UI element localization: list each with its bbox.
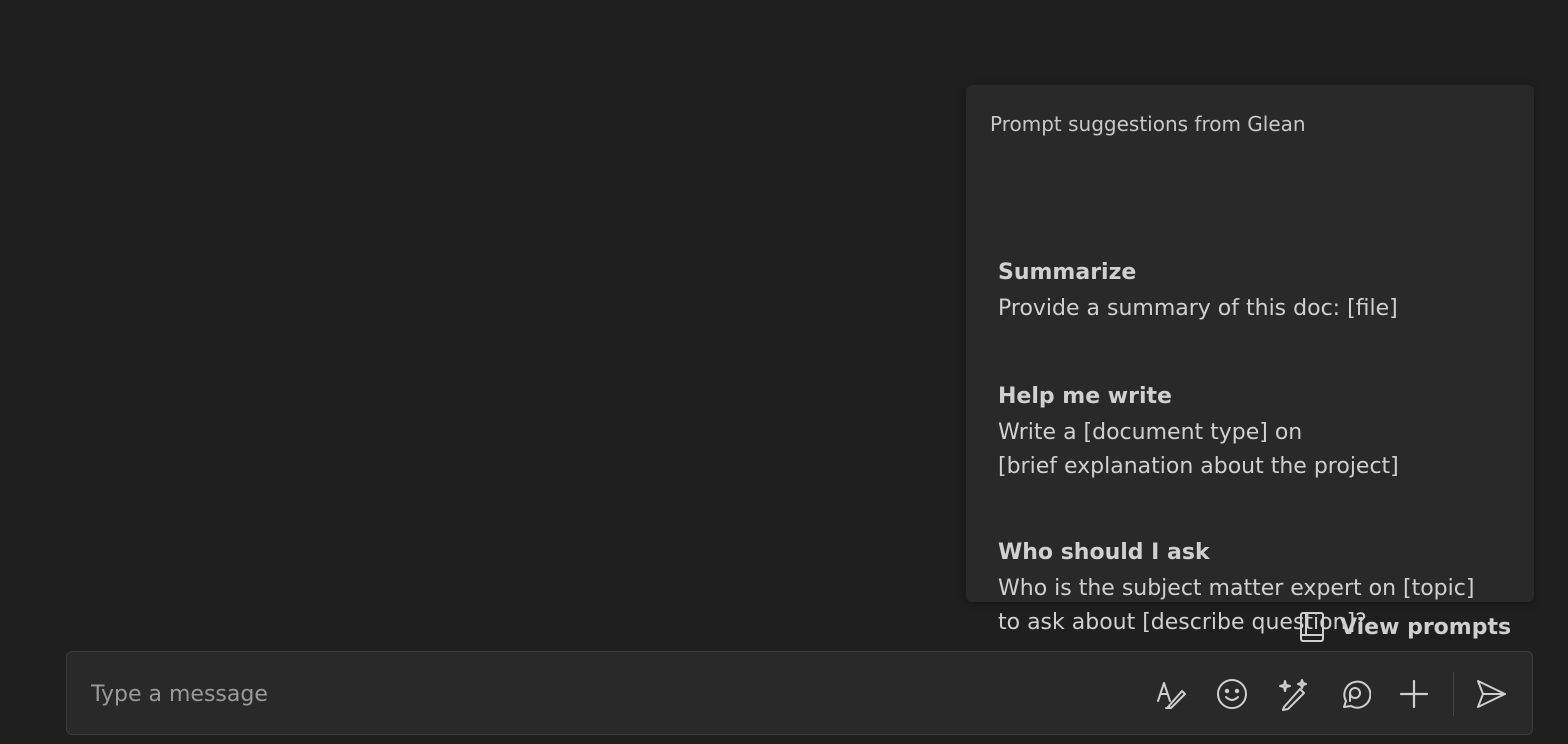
message-input[interactable] [91,674,1131,714]
suggestion-summarize[interactable]: Summarize Provide a summary of this doc:… [990,251,1518,332]
suggestion-text: Provide a summary of this doc: [file] [998,292,1510,326]
suggestion-help-me-write[interactable]: Help me write Write a [document type] on… [990,375,1518,490]
prompt-suggestions-panel: Prompt suggestions from Glean Summarize … [966,85,1534,635]
suggestion-text: Write a [document type] on [brief explan… [998,416,1510,484]
format-button[interactable] [1153,676,1189,712]
suggestion-title: Summarize [998,260,1137,285]
panel-header: Prompt suggestions from Glean [990,112,1306,136]
copilot-sparkle-pen-icon [1279,679,1307,711]
toolbar-divider [1453,672,1454,716]
view-prompts-label: View prompts [1340,614,1512,640]
chat-window: Prompt suggestions from Glean Summarize … [0,0,1568,744]
message-composer [66,651,1533,735]
format-icon [1157,682,1186,709]
plus-icon [1399,679,1429,709]
suggestion-line: Who is the subject matter expert on [top… [998,576,1475,601]
send-button[interactable] [1473,676,1509,712]
suggestion-title: Help me write [998,384,1172,409]
emoji-icon [1217,679,1247,709]
suggestion-title: Who should I ask [998,540,1210,565]
book-icon [1300,612,1324,642]
copilot-button[interactable] [1275,676,1311,712]
loop-button[interactable] [1336,676,1372,712]
suggestion-line: Write a [document type] on [998,420,1303,445]
send-icon [1477,680,1506,708]
emoji-button[interactable] [1214,676,1250,712]
view-prompts-button[interactable]: View prompts [1298,607,1511,647]
add-button[interactable] [1396,676,1432,712]
suggestion-line: Provide a summary of this doc: [file] [998,296,1398,321]
suggestion-line: [brief explanation about the project] [998,454,1399,479]
loop-icon [1343,680,1371,709]
